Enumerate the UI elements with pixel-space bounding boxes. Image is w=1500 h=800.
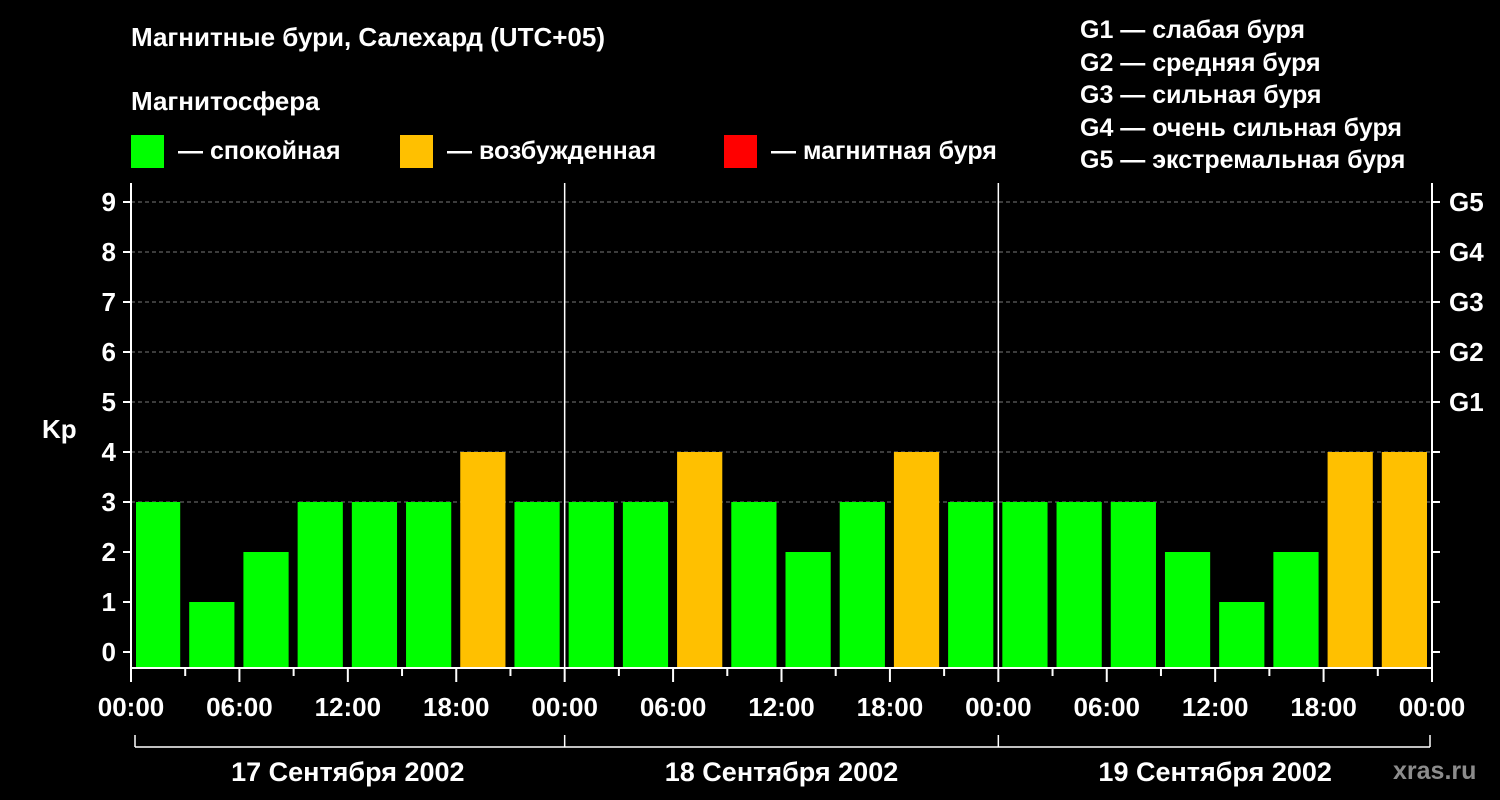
kp-bar (460, 452, 506, 668)
g-tick-label: G2 (1449, 337, 1484, 367)
g-tick-label: G5 (1449, 187, 1484, 217)
kp-bar (189, 602, 235, 668)
kp-bar (297, 502, 343, 668)
kp-bar (568, 502, 614, 668)
x-tick-label: 00:00 (98, 692, 165, 722)
x-tick-label: 06:00 (206, 692, 273, 722)
x-tick-label: 12:00 (748, 692, 815, 722)
kp-bar (677, 452, 723, 668)
day-label: 18 Сентября 2002 (665, 757, 898, 787)
y-axis-label: Kp (42, 414, 77, 444)
y-tick-label: 1 (102, 587, 116, 617)
kp-bar (1381, 452, 1427, 668)
x-tick-label: 06:00 (1074, 692, 1141, 722)
kp-bar (1002, 502, 1048, 668)
g-tick-label: G3 (1449, 287, 1484, 317)
kp-bar (1273, 552, 1319, 668)
y-tick-label: 3 (102, 487, 116, 517)
x-tick-label: 18:00 (1290, 692, 1357, 722)
y-tick-label: 7 (102, 287, 116, 317)
x-tick-label: 18:00 (857, 692, 924, 722)
g-tick-label: G4 (1449, 237, 1484, 267)
kp-bar (136, 502, 181, 668)
kp-bar (731, 502, 777, 668)
kp-bar (785, 552, 831, 668)
x-tick-label: 00:00 (1399, 692, 1466, 722)
y-tick-label: 8 (102, 237, 116, 267)
kp-bar (351, 502, 398, 668)
x-tick-label: 18:00 (423, 692, 490, 722)
x-tick-label: 06:00 (640, 692, 707, 722)
kp-bar (1327, 452, 1373, 668)
kp-bar (243, 552, 289, 668)
kp-bar (1164, 552, 1211, 668)
kp-bar (948, 502, 994, 668)
kp-bar (893, 452, 940, 668)
g-tick-label: G1 (1449, 387, 1484, 417)
x-tick-label: 12:00 (315, 692, 382, 722)
x-tick-label: 12:00 (1182, 692, 1249, 722)
y-tick-label: 5 (102, 387, 116, 417)
kp-bar (514, 502, 560, 668)
y-tick-label: 6 (102, 337, 116, 367)
kp-chart: 0 1 2 3 4 5 6 7 8 9 G1 G2 G3 G4 G5 Kp 00:00 06:00 12:00 18:… (42, 183, 1484, 787)
x-tick-label: 00:00 (965, 692, 1032, 722)
kp-bar (406, 502, 452, 668)
y-tick-label: 4 (102, 437, 117, 467)
day-label: 17 Сентября 2002 (231, 757, 464, 787)
watermark: xras.ru (1393, 757, 1477, 785)
kp-bar (1056, 502, 1102, 668)
kp-bar (839, 502, 885, 668)
kp-bar (622, 502, 669, 668)
y-tick-label: 2 (102, 537, 116, 567)
kp-bar (1110, 502, 1156, 668)
kp-bar (1219, 602, 1265, 668)
day-label: 19 Сентября 2002 (1098, 757, 1331, 787)
y-tick-label: 9 (102, 187, 116, 217)
x-tick-label: 00:00 (531, 692, 598, 722)
y-tick-label: 0 (102, 637, 116, 667)
